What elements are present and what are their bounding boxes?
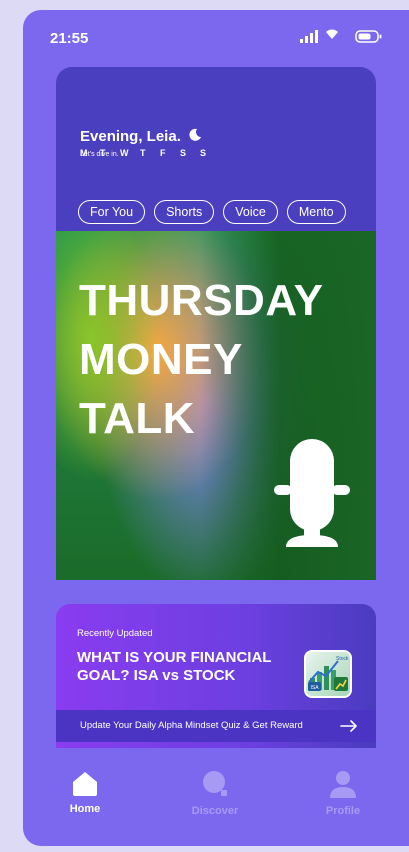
nav-discover[interactable]: Discover bbox=[175, 770, 255, 817]
signal-icon bbox=[300, 30, 318, 43]
nav-home[interactable]: Home bbox=[45, 770, 125, 815]
moon-icon bbox=[189, 128, 201, 141]
search-icon bbox=[203, 771, 227, 796]
tab-voice[interactable]: Voice bbox=[223, 200, 278, 224]
quiz-reward-text: Update Your Daily Alpha Mindset Quiz & G… bbox=[80, 720, 303, 731]
banner-title-line: MONEY bbox=[79, 335, 243, 384]
update-kicker: Recently Updated bbox=[77, 628, 153, 639]
banner-title: THURSDAY MONEY TALK bbox=[79, 271, 323, 448]
day-label[interactable]: F bbox=[160, 148, 180, 158]
category-tabs: For You Shorts Voice Mento bbox=[78, 200, 377, 226]
quiz-reward-bar[interactable]: Update Your Daily Alpha Mindset Quiz & G… bbox=[56, 710, 376, 742]
bottom-nav: Home Discover Profile bbox=[23, 770, 409, 830]
nav-profile-label: Profile bbox=[325, 805, 361, 817]
update-title: WHAT IS YOUR FINANCIAL GOAL? ISA vs STOC… bbox=[77, 649, 272, 684]
status-time: 21:55 bbox=[50, 30, 89, 47]
profile-icon bbox=[330, 771, 356, 798]
day-label[interactable]: T bbox=[140, 148, 160, 158]
featured-banner[interactable]: THURSDAY MONEY TALK bbox=[56, 231, 376, 580]
tab-for-you[interactable]: For You bbox=[78, 200, 146, 224]
phone-screen: 21:55 M T W T F S S Evening, Leia. Let's… bbox=[23, 10, 409, 846]
tab-mento[interactable]: Mento bbox=[286, 200, 346, 224]
isa-label: ISA bbox=[310, 685, 319, 691]
stock-label: Stock bbox=[336, 656, 349, 662]
wifi-icon bbox=[326, 29, 338, 39]
recently-updated-card[interactable]: Recently Updated WHAT IS YOUR FINANCIAL … bbox=[56, 604, 376, 748]
banner-title-line: THURSDAY bbox=[79, 276, 324, 325]
home-icon bbox=[73, 772, 97, 796]
isa-stock-chart-icon: ISA Stock bbox=[304, 650, 352, 698]
tab-shorts[interactable]: Shorts bbox=[154, 200, 215, 224]
day-label[interactable]: S bbox=[180, 148, 200, 158]
microphone-icon bbox=[274, 439, 350, 547]
nav-home-label: Home bbox=[69, 803, 101, 815]
battery-icon bbox=[355, 30, 382, 43]
greeting-subtitle: Let's dive in. bbox=[80, 151, 119, 158]
day-label[interactable]: S bbox=[200, 148, 220, 158]
arrow-right-icon[interactable] bbox=[340, 720, 358, 732]
day-label[interactable]: W bbox=[120, 148, 140, 158]
greeting-title: Evening, Leia. bbox=[80, 128, 181, 145]
status-bar: 21:55 bbox=[23, 10, 409, 66]
nav-discover-label: Discover bbox=[191, 805, 239, 817]
nav-profile[interactable]: Profile bbox=[303, 770, 383, 817]
